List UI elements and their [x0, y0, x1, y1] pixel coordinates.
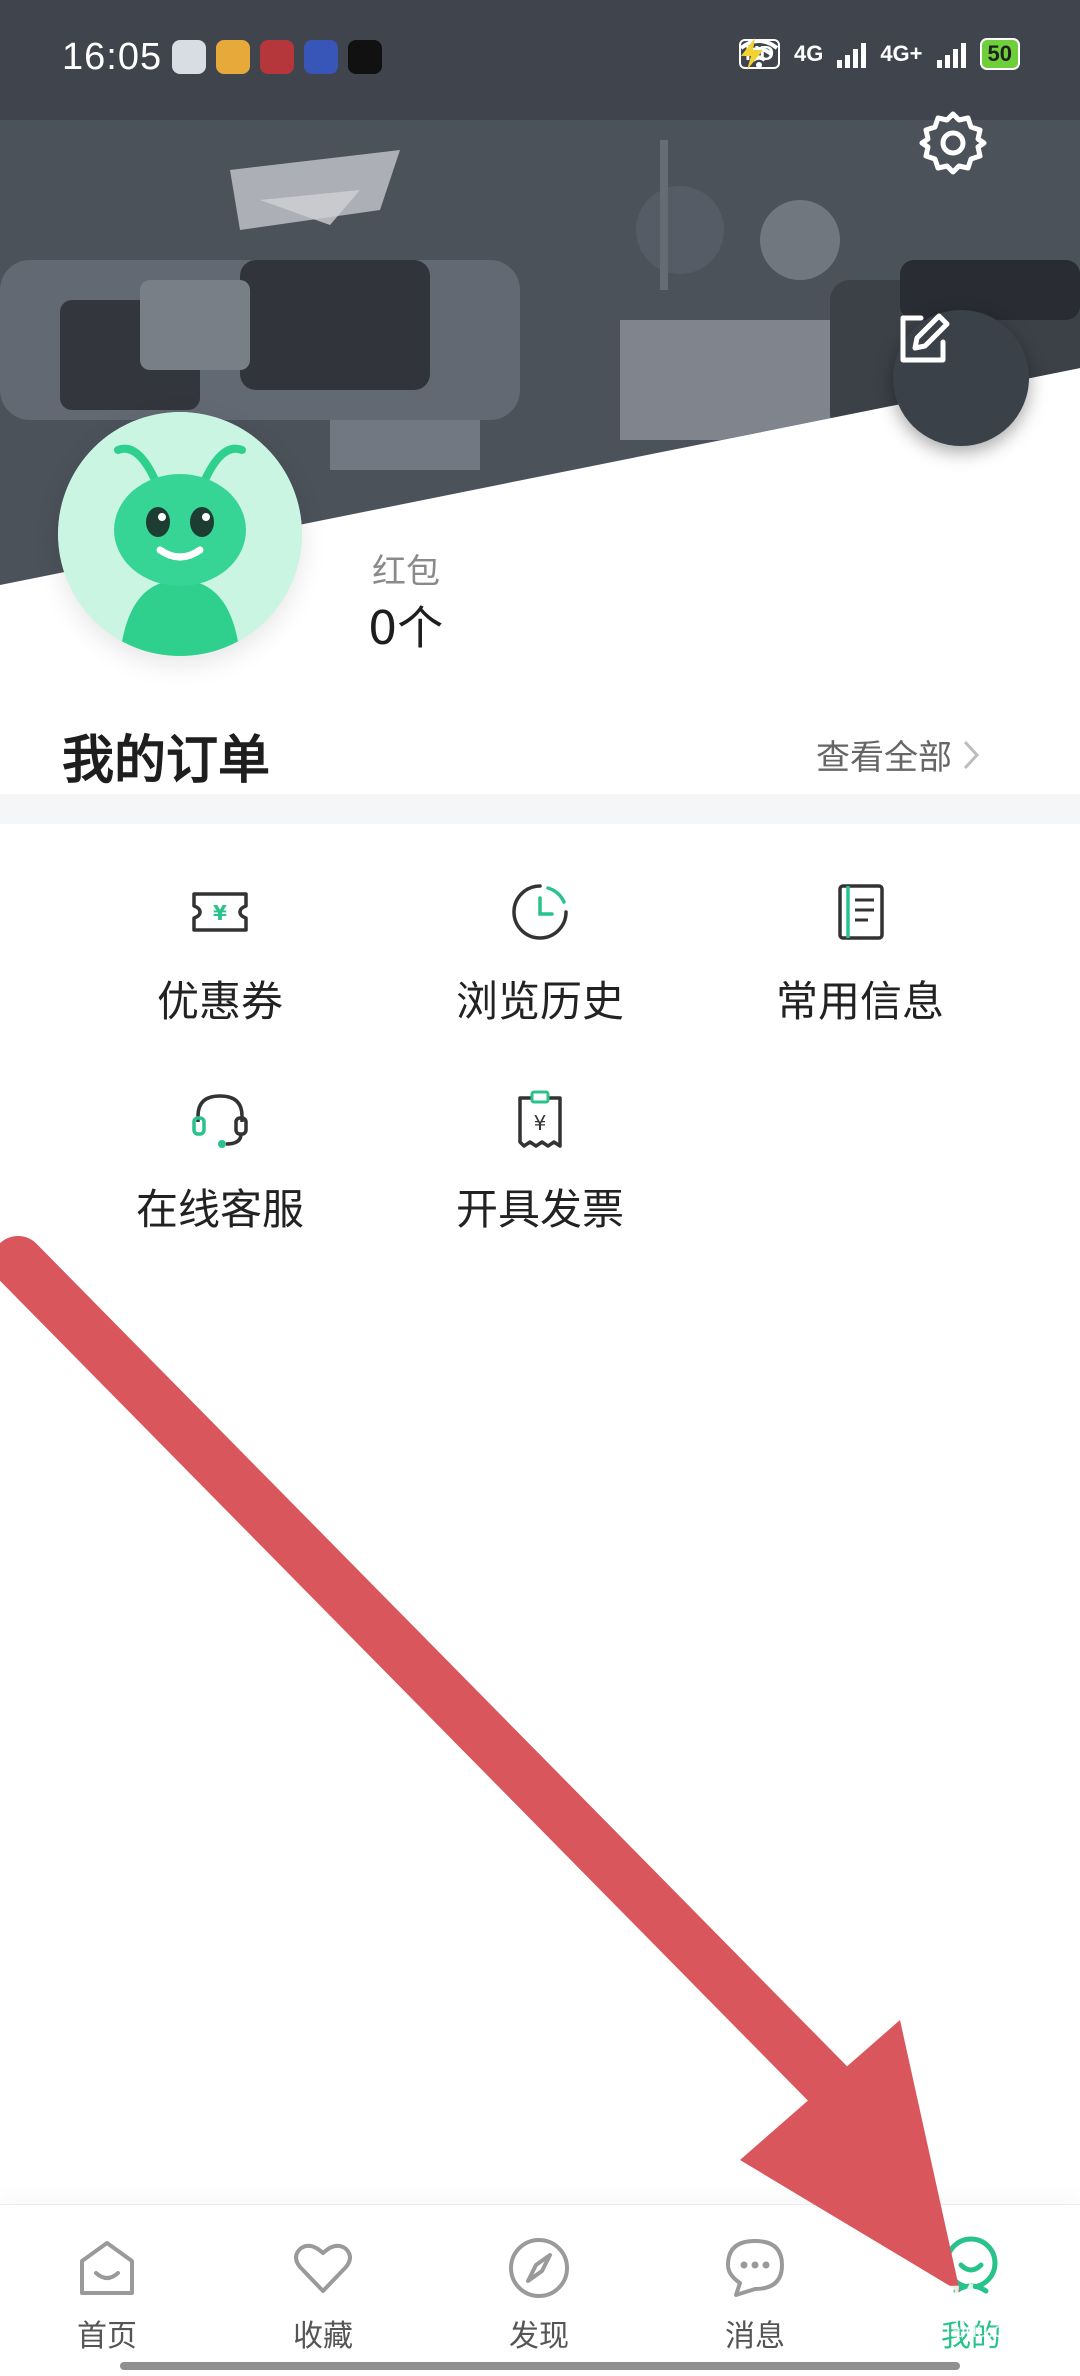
charging-icon [741, 38, 764, 70]
service-label: 优惠券 [156, 977, 283, 1026]
home-icon [80, 2241, 134, 2295]
nav-tab-discover[interactable]: 发现 [464, 2235, 614, 2355]
invoice-icon: ¥ [518, 1090, 562, 1148]
network-label-2: 4G+ [880, 41, 923, 66]
coupon-entry[interactable]: ¥ 优惠券 [60, 880, 380, 1050]
clock-icon [512, 884, 568, 940]
notification-icons [172, 40, 382, 74]
chevron-right-icon [963, 740, 980, 769]
coupon-icon: ¥ [192, 892, 248, 932]
watermark-subtext: jingyan.baidu.com [870, 2320, 1032, 2342]
nav-tab-messages[interactable]: 消息 [680, 2235, 830, 2355]
svg-text:¥: ¥ [213, 901, 227, 925]
view-all-orders-link[interactable]: 查看全部 [816, 730, 980, 779]
section-divider [0, 794, 1080, 824]
status-bar: 16:05 HD 4G 4G+ 50 [0, 0, 1080, 120]
service-label: 浏览历史 [455, 977, 624, 1026]
redpacket-count[interactable]: 0个 [368, 592, 443, 658]
service-label: 在线客服 [135, 1185, 304, 1234]
signal-icon [837, 40, 867, 68]
notification-app-icon [172, 40, 206, 74]
heart-icon [294, 2243, 352, 2293]
ant-mascot-icon [58, 412, 302, 656]
nav-label: 收藏 [293, 2319, 353, 2354]
nav-label: 发现 [509, 2319, 569, 2354]
network-label-1: 4G [793, 41, 824, 66]
signal-icon [936, 40, 966, 68]
status-indicators: HD 4G 4G+ 50 [739, 38, 1020, 70]
notification-app-icon [304, 40, 338, 74]
svg-text:¥: ¥ [534, 1111, 547, 1135]
nav-tab-favorites[interactable]: 收藏 [248, 2235, 398, 2355]
customer-service-entry[interactable]: 在线客服 [60, 1088, 380, 1258]
common-info-entry[interactable]: 常用信息 [700, 880, 1020, 1050]
compass-icon [509, 2238, 569, 2298]
redpacket-label: 红包 [372, 552, 440, 592]
edit-profile-button[interactable] [893, 310, 1029, 446]
battery-indicator: 50 [979, 38, 1020, 70]
gear-icon [919, 111, 987, 175]
view-all-label: 查看全部 [816, 738, 952, 778]
notification-app-icon [260, 40, 294, 74]
invoice-entry[interactable]: ¥ 开具发票 [380, 1088, 700, 1258]
orders-section-title: 我的订单 [62, 731, 271, 791]
service-label: 开具发票 [455, 1185, 624, 1234]
edit-icon [900, 313, 950, 363]
headset-icon [192, 1094, 248, 1148]
service-label: 常用信息 [775, 977, 944, 1026]
nav-label: 首页 [77, 2319, 137, 2354]
notification-app-icon [216, 40, 250, 74]
history-entry[interactable]: 浏览历史 [380, 880, 700, 1050]
nav-label: 消息 [725, 2319, 785, 2354]
avatar[interactable] [58, 412, 302, 656]
status-time: 16:05 [62, 36, 163, 78]
home-indicator[interactable] [120, 2362, 960, 2370]
notification-app-icon [348, 40, 382, 74]
message-icon [726, 2239, 784, 2297]
nav-tab-home[interactable]: 首页 [32, 2235, 182, 2355]
settings-button[interactable] [918, 108, 988, 178]
notebook-icon [838, 884, 884, 940]
